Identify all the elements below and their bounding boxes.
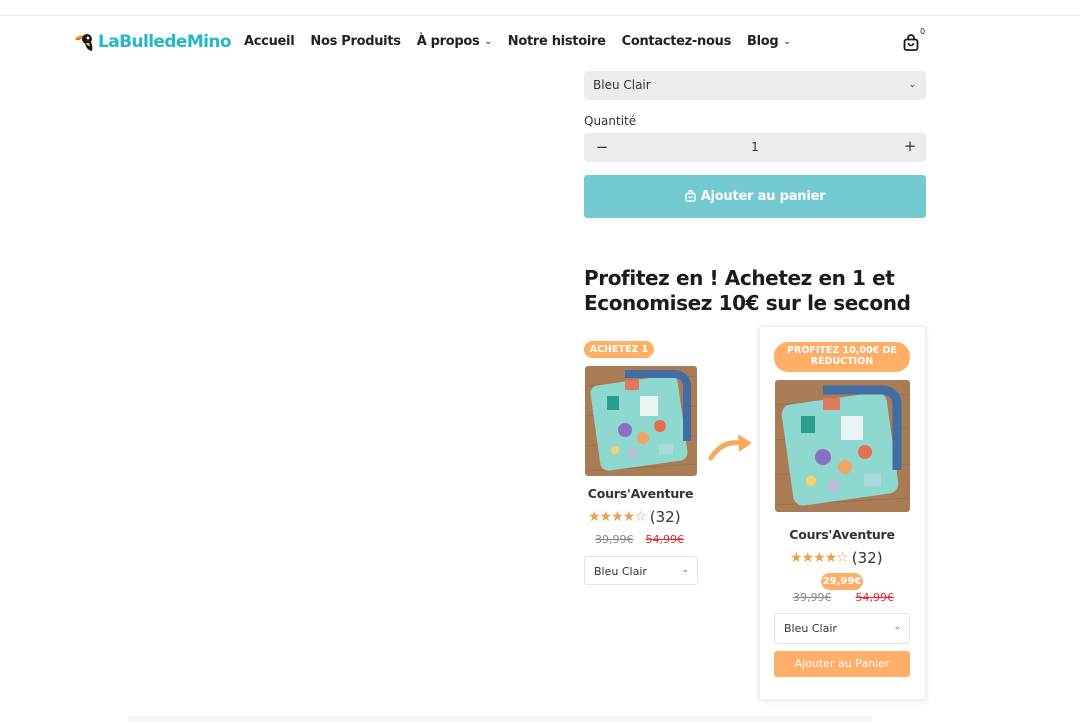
nav-accueil[interactable]: Accueil <box>244 34 295 49</box>
main-nav: Accueil Nos Produits À propos ⌄ Notre his… <box>244 34 807 49</box>
logo[interactable]: LaBulledeMino <box>72 30 232 54</box>
rating: ★★★★☆ (32) <box>588 508 681 526</box>
bundle-item-2-variant-select[interactable]: Bleu Clair ⌄ <box>774 613 910 644</box>
price: 39,99€ <box>595 533 634 546</box>
price: 39,99€ <box>793 591 832 604</box>
star-rating-icon: ★★★★☆ <box>790 550 849 566</box>
product-image[interactable] <box>775 380 910 512</box>
bundle-item-1-variant-select[interactable]: Bleu Clair ⌄ <box>584 556 698 585</box>
chevron-down-icon: ⌄ <box>893 622 901 632</box>
quantity-input[interactable]: 1 <box>584 140 926 154</box>
rating-count: (32) <box>851 549 883 567</box>
quantity-label: Quantité <box>584 114 637 128</box>
bundle-add-to-cart-button[interactable]: Ajouter au Panier <box>774 651 910 677</box>
toucan-logo-icon <box>72 30 96 54</box>
rating: ★★★★☆ (32) <box>790 549 883 567</box>
quantity-stepper: − 1 + <box>584 133 926 162</box>
bundle-item-2-badge: PROFITEZ 10,00€ DE RÉDUCTION <box>774 342 910 372</box>
sale-price-badge: 29,99€ <box>821 573 863 590</box>
nav-label: Blog <box>747 34 779 49</box>
quantity-increase-button[interactable]: + <box>902 137 918 155</box>
curved-arrow-icon <box>708 432 754 462</box>
nav-label: À propos <box>416 34 480 49</box>
chevron-down-icon: ⌄ <box>783 36 791 47</box>
bundle-item-2-name: Cours'Aventure <box>789 527 895 542</box>
cart-icon[interactable] <box>902 34 920 52</box>
chevron-down-icon: ⌄ <box>681 565 689 575</box>
compare-price: 54,99€ <box>855 591 895 604</box>
variant-value: Bleu Clair <box>594 565 647 578</box>
color-select-value: Bleu Clair <box>593 78 651 92</box>
nav-blog[interactable]: Blog ⌄ <box>747 34 791 49</box>
nav-label: Accueil <box>244 34 295 49</box>
chevron-down-icon: ⌄ <box>908 80 916 90</box>
rating-count: (32) <box>649 508 681 526</box>
bundle-title: Profitez en ! Achetez en 1 et Economisez… <box>584 266 911 315</box>
footer-divider <box>128 716 872 722</box>
star-rating-icon: ★★★★☆ <box>588 509 647 525</box>
bundle-item-1-badge: ACHETEZ 1 <box>584 341 654 358</box>
bundle-item-1-name: Cours'Aventure <box>587 486 694 501</box>
nav-label: Notre histoire <box>507 34 606 49</box>
nav-a-propos[interactable]: À propos ⌄ <box>417 34 492 49</box>
nav-label: Nos Produits <box>310 34 401 49</box>
nav-contactez-nous[interactable]: Contactez-nous <box>621 34 732 49</box>
nav-notre-histoire[interactable]: Notre histoire <box>508 34 606 49</box>
cart-count: 0 <box>920 27 926 36</box>
quantity-decrease-button[interactable]: − <box>594 138 610 156</box>
nav-nos-produits[interactable]: Nos Produits <box>310 34 401 49</box>
variant-value: Bleu Clair <box>784 622 837 635</box>
shopping-bag-icon <box>684 189 696 204</box>
site-header: LaBulledeMino Accueil Nos Produits À pro… <box>0 16 1080 72</box>
compare-price: 54,99€ <box>645 533 685 546</box>
add-to-cart-button[interactable]: Ajouter au panier <box>584 175 926 218</box>
bundle-item-2-price: 39,99€ 54,99€ <box>793 591 894 604</box>
add-to-cart-label: Ajouter au panier <box>700 189 826 204</box>
product-image[interactable] <box>585 366 697 476</box>
color-select[interactable]: Bleu Clair ⌄ <box>584 71 926 100</box>
bundle-item-1-price: 39,99€ 54,99€ <box>595 533 684 546</box>
logo-text: LaBulledeMino <box>98 32 232 52</box>
chevron-down-icon: ⌄ <box>484 36 493 47</box>
nav-label: Contactez-nous <box>621 34 732 49</box>
